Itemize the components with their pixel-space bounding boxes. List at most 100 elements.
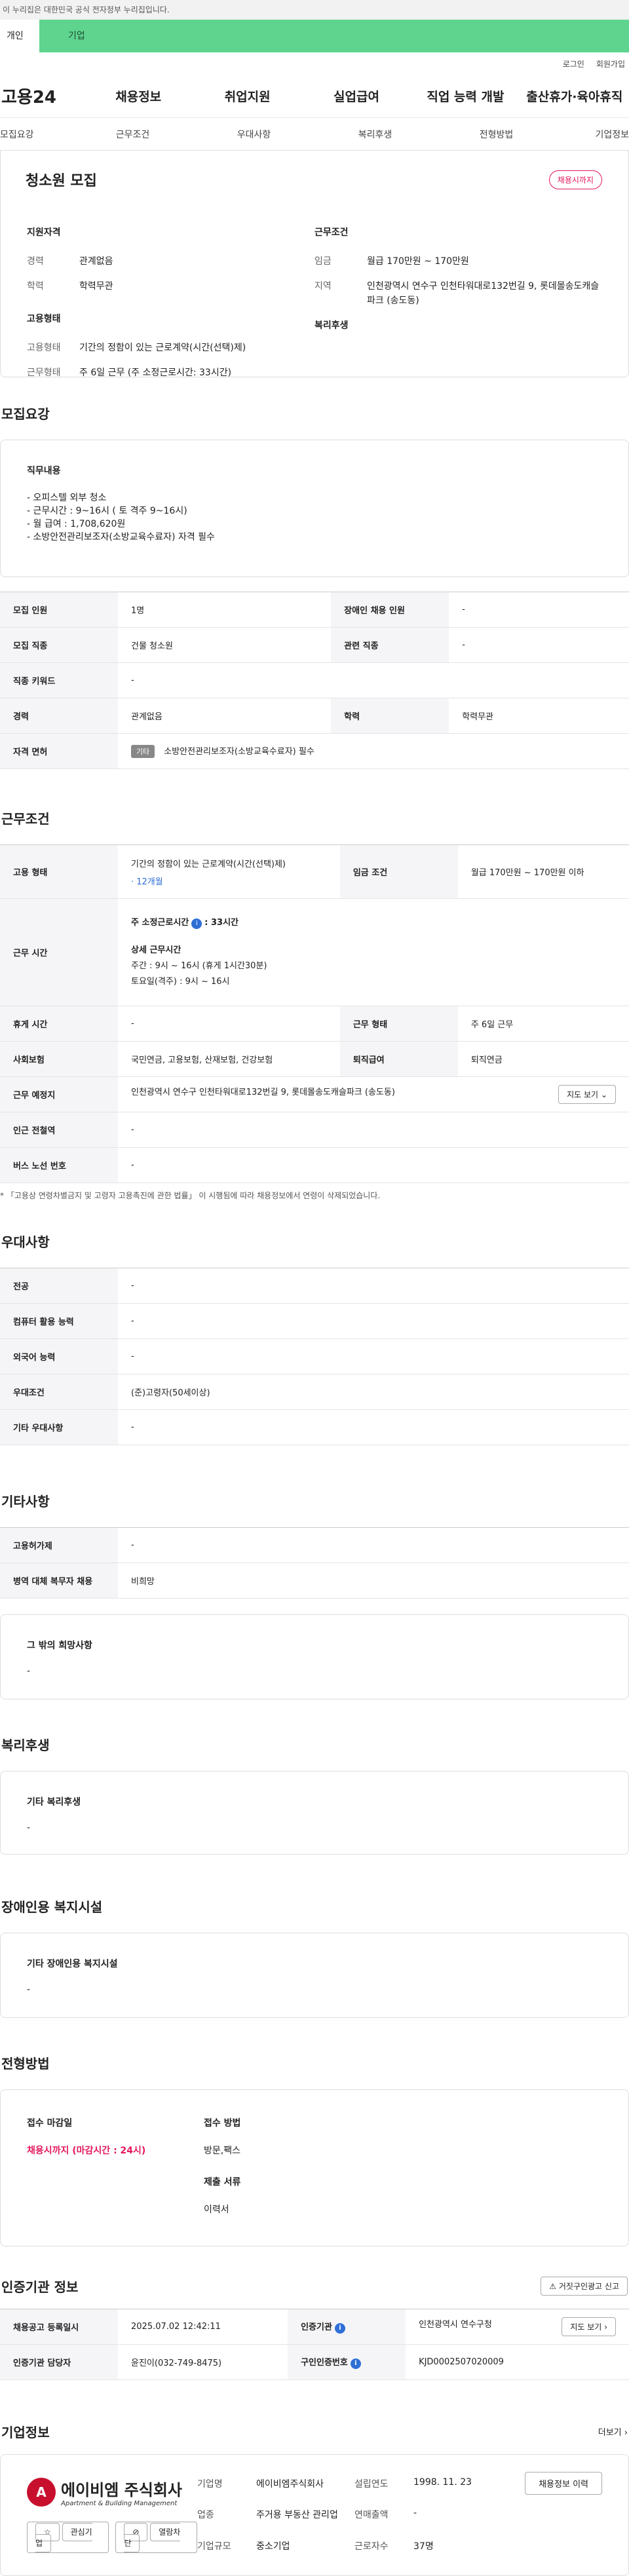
preference-table: 전공 - 컴퓨터 활용 능력 - 외국어 능력 - 우대조건 (준)고령자(50세이상)… xyxy=(0,1268,629,1445)
cell-value: - xyxy=(118,1147,629,1183)
login-link[interactable]: 로그인 xyxy=(563,58,584,69)
section-anchor-nav: 모집요강 근무조건 우대사항 복리후생 전형방법 기업정보 xyxy=(0,118,629,151)
cell-value: 윤진이(032-749-8475) xyxy=(118,2344,288,2380)
box-heading: 접수 마감일 xyxy=(27,2118,73,2129)
cell-value: 인천광역시 연수구청 xyxy=(419,2320,492,2330)
signup-link[interactable]: 회원가입 xyxy=(596,58,625,69)
cell-label: 우대조건 xyxy=(0,1374,118,1410)
welfare-box: 기타 복리후생 - xyxy=(0,1771,629,1855)
desc-line: - 오피스텔 외부 청소 xyxy=(27,493,107,503)
nav-training[interactable]: 직업 능력 개발 xyxy=(411,87,520,105)
box-heading: 기타 장애인용 복지시설 xyxy=(27,1959,118,1969)
info-icon[interactable]: i xyxy=(191,918,202,929)
cell-value: - xyxy=(118,1268,629,1304)
hours-line: 토요일(격주) : 9시 ~ 16시 xyxy=(131,976,230,987)
section-title: 전형방법 xyxy=(1,2056,50,2072)
cell-value: 2025.07.02 12:42:11 xyxy=(118,2309,288,2345)
util-links: 로그인 회원가입 xyxy=(0,52,629,75)
anchor-recruit[interactable]: 모집요강 xyxy=(0,128,72,141)
cell-value: - xyxy=(449,592,629,628)
apply-method: 방문,팩스 xyxy=(204,2146,240,2156)
cell-label: 채용공고 등록일시 xyxy=(0,2309,118,2345)
cell-value: - xyxy=(118,1112,629,1148)
info-label: 설립연도 xyxy=(354,2479,389,2490)
anchor-welfare[interactable]: 복리후생 xyxy=(314,128,436,141)
info-value: 37명 xyxy=(413,2541,434,2552)
cell-value: - xyxy=(118,1527,629,1563)
info-icon[interactable]: i xyxy=(334,2322,345,2334)
cell-label: 임금 조건 xyxy=(339,844,458,899)
cell-label: 근무 예정지 xyxy=(0,1076,118,1112)
cell-label: 고용 형태 xyxy=(0,844,118,899)
label: 근무형태 xyxy=(27,368,61,378)
deadline-badge: 채용시까지 xyxy=(548,170,602,189)
nav-employment-support[interactable]: 취업지원 xyxy=(193,87,301,105)
conditions-heading: 근무조건 xyxy=(314,227,349,238)
box-heading: 그 밖의 희망사항 xyxy=(27,1640,92,1651)
cell-label: 휴게 시간 xyxy=(0,1006,118,1042)
interest-company-button[interactable]: ☆ 관심기업 xyxy=(27,2522,109,2553)
main-nav: 고용24 채용정보 취업지원 실업급여 직업 능력 개발 출산휴가·육아휴직 xyxy=(0,75,629,118)
cell-value: 월급 170만원 ~ 170만원 이하 xyxy=(457,844,629,899)
anchor-conditions[interactable]: 근무조건 xyxy=(72,128,193,141)
cell-label: 관련 직종 xyxy=(331,627,449,663)
job-title: 청소원 모집 xyxy=(26,173,97,189)
cell-value: 비희망 xyxy=(118,1563,629,1599)
value: 주 6일 근무 (주 소정근로시간: 33시간) xyxy=(79,368,232,378)
section-title: 우대사항 xyxy=(1,1234,50,1250)
company-logo: A 에이비엠 주식회사 Apartment & Building Manageme… xyxy=(27,2477,197,2507)
map-button[interactable]: 지도 보기 ⌄ xyxy=(558,1085,616,1104)
recruit-history-button[interactable]: 채용정보 이력 xyxy=(525,2472,602,2495)
tab-individual[interactable]: 개인 xyxy=(0,20,39,52)
cell-label: 자격 면허 xyxy=(0,733,118,769)
box-heading: 제출 서류 xyxy=(204,2177,241,2188)
documents: 이력서 xyxy=(204,2205,229,2215)
anchor-company[interactable]: 기업정보 xyxy=(557,128,629,141)
box-heading: 접수 방법 xyxy=(204,2118,241,2129)
weekly-hours-value: : 33시간 xyxy=(204,917,238,928)
anchor-selection[interactable]: 전형방법 xyxy=(436,128,557,141)
value: 기간의 정함이 있는 근로계약(시간(선택)제) xyxy=(79,343,246,353)
tab-company[interactable]: 기업 xyxy=(39,20,629,52)
cell-label: 모집 직종 xyxy=(0,627,118,663)
detail-hours-label: 상세 근무시간 xyxy=(131,945,181,955)
nav-leave[interactable]: 출산휴가·육아휴직 xyxy=(520,87,629,105)
label: 임금 xyxy=(314,256,332,267)
cell-value: 퇴직연금 xyxy=(457,1041,629,1077)
deadline-value: 채용시까지 (마감시간 : 24시) xyxy=(27,2146,146,2156)
report-fake-ad-button[interactable]: ⚠ 거짓구인광고 신고 xyxy=(541,2277,628,2296)
cell-value: 학력무관 xyxy=(449,698,629,734)
etc-table: 고용허가제 - 병역 대체 복무자 채용 비희망 xyxy=(0,1527,629,1599)
hours-line: 주간 : 9시 ~ 16시 (휴게 1시간30분) xyxy=(131,960,267,971)
info-label: 기업규모 xyxy=(197,2541,231,2552)
qualification-heading: 지원자격 xyxy=(27,227,61,238)
age-notice: * 「고용상 연령차별금지 및 고령자 고용촉진에 관한 법률」 이 시행됨에 … xyxy=(0,1191,381,1200)
company-logo-sub: Apartment & Building Management xyxy=(61,2500,178,2507)
info-value: 주거용 부동산 관리업 xyxy=(256,2510,338,2521)
cell-label: 장애인 채용 인원 xyxy=(331,592,449,628)
section-title: 복리후생 xyxy=(1,1737,50,1753)
label: 학력 xyxy=(27,281,44,292)
cell-label: 버스 노선 번호 xyxy=(0,1147,118,1183)
alert-icon: ⚠ xyxy=(549,2282,557,2291)
anchor-preference[interactable]: 우대사항 xyxy=(193,128,314,141)
map-button[interactable]: 지도 보기 › xyxy=(562,2317,616,2336)
desc-line: - 근무시간 : 9~16시 ( 토 격주 9~16시) xyxy=(27,506,187,516)
nav-unemployment[interactable]: 실업급여 xyxy=(302,87,411,105)
info-label: 연매출액 xyxy=(354,2510,389,2521)
company-info-grid: 기업명 에이비엠주식회사 설립연도 1998. 11. 23 업종 주거용 부동산 관리… xyxy=(197,2477,512,2558)
cell-value: - xyxy=(118,1006,340,1042)
site-logo[interactable]: 고용24 xyxy=(0,84,84,108)
info-label: 기업명 xyxy=(197,2479,223,2490)
job-description-heading: 직무내용 xyxy=(27,466,61,476)
cell-value: - xyxy=(118,1303,629,1339)
workplace-address: 인천광역시 연수구 인천타워대로132번길 9, 롯데몰송도캐슬파크 (송도동) xyxy=(131,1088,395,1097)
block-company-button[interactable]: ⊘ 열람차단 xyxy=(115,2522,197,2553)
conditions-table: 고용 형태 기간의 정함이 있는 근로계약(시간(선택)제) · 12개월 임금 조건… xyxy=(0,844,629,1183)
cell-label: 경력 xyxy=(0,698,118,734)
info-icon[interactable]: i xyxy=(350,2358,361,2369)
nav-jobs[interactable]: 채용정보 xyxy=(84,87,193,105)
company-logo-name: 에이비엠 주식회사 xyxy=(61,2481,182,2499)
box-value: - xyxy=(27,1984,31,1995)
more-link[interactable]: 더보기 › xyxy=(598,2425,628,2438)
